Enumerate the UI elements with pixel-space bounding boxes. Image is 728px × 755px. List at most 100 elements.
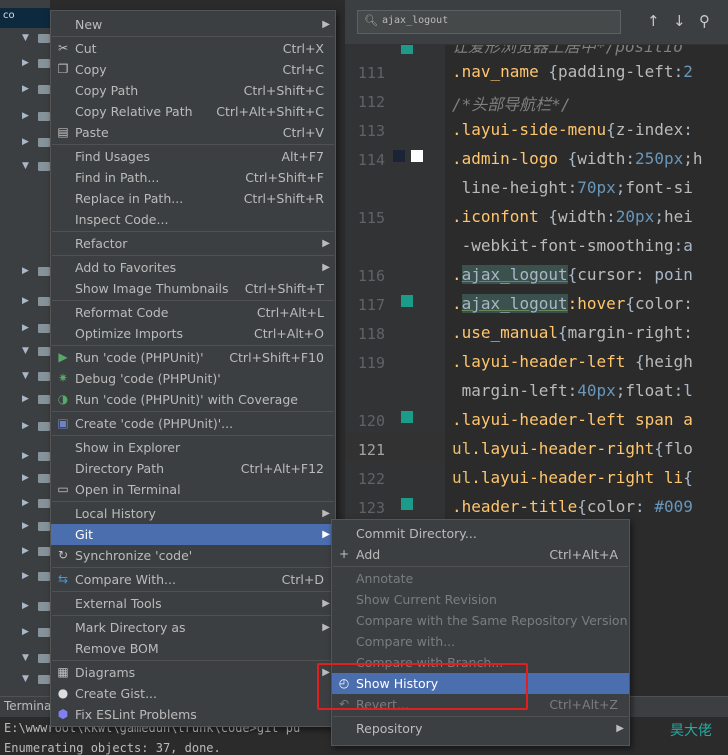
expand-arrow-icon[interactable]: ▶ <box>22 626 32 638</box>
terminal-tab[interactable]: Termina <box>4 699 51 713</box>
menu-item-copy-path[interactable]: Copy Path Ctrl+Shift+C <box>51 80 335 101</box>
expand-arrow-icon[interactable]: ▶ <box>22 420 32 432</box>
tree-row[interactable]: ▶ <box>0 420 50 432</box>
expand-arrow-icon[interactable]: ▶ <box>22 497 32 509</box>
expand-arrow-icon[interactable]: ▶ <box>22 83 32 95</box>
menu-item-paste[interactable]: ▤ Paste Ctrl+V <box>51 122 335 143</box>
menu-item-add-to-favorites[interactable]: Add to Favorites ▶ <box>51 257 335 278</box>
tree-row[interactable]: ▶ <box>0 83 50 95</box>
menu-item-show-in-explorer[interactable]: Show in Explorer <box>51 437 335 458</box>
expand-arrow-icon[interactable]: ▶ <box>22 472 32 484</box>
expand-arrow-icon[interactable]: ▶ <box>22 295 32 307</box>
tree-row[interactable]: ▶ <box>0 110 50 122</box>
tree-row[interactable]: ▼ <box>0 160 50 172</box>
menu-item-copy-relative-path[interactable]: Copy Relative Path Ctrl+Alt+Shift+C <box>51 101 335 122</box>
tree-row[interactable]: ▶ <box>0 393 50 405</box>
expand-arrow-icon[interactable]: ▶ <box>22 57 32 69</box>
expand-arrow-icon[interactable]: ▼ <box>22 345 32 357</box>
tree-row[interactable]: ▶ <box>0 570 50 582</box>
menu-item-find-in-path[interactable]: Find in Path... Ctrl+Shift+F <box>51 167 335 188</box>
menu-item-inspect-code[interactable]: Inspect Code... <box>51 209 335 230</box>
tree-row[interactable]: ▶ <box>0 265 50 277</box>
menu-item-optimize-imports[interactable]: Optimize Imports Ctrl+Alt+O <box>51 323 335 344</box>
menu-item-show-image-thumbnails[interactable]: Show Image Thumbnails Ctrl+Shift+T <box>51 278 335 299</box>
next-occurrence-icon[interactable]: ↓ <box>673 12 686 30</box>
expand-arrow-icon[interactable]: ▶ <box>22 545 32 557</box>
menu-item-shortcut: Ctrl+Shift+T <box>244 281 324 296</box>
git-item-add[interactable]: + Add Ctrl+Alt+A <box>332 544 629 565</box>
expand-arrow-icon[interactable]: ▶ <box>22 393 32 405</box>
color-swatch-icon <box>401 295 413 307</box>
expand-arrow-icon[interactable]: ▶ <box>22 265 32 277</box>
project-tree[interactable]: co ▼ ▶ ▶ ▶ ▶ ▼ ▶ ▶ ▶ ▼ ▼ ▶ ▶ ▶ ▶ ▶ ▶ ▶ ▶ ▶ ▶ ▼ ▼ <box>0 0 50 696</box>
expand-arrow-icon[interactable]: ▶ <box>22 520 32 532</box>
menu-item-debug-code-phpunit[interactable]: ✷ Debug 'code (PHPUnit)' <box>51 368 335 389</box>
tree-row[interactable]: ▶ <box>0 322 50 334</box>
menu-item-create-code-phpunit[interactable]: ▣ Create 'code (PHPUnit)'... <box>51 413 335 434</box>
expand-arrow-icon[interactable]: ▶ <box>22 322 32 334</box>
tree-row[interactable]: ▶ <box>0 472 50 484</box>
expand-arrow-icon[interactable]: ▶ <box>22 110 32 122</box>
folder-icon <box>38 572 50 581</box>
menu-item-cut[interactable]: ✂ Cut Ctrl+X <box>51 38 335 59</box>
menu-item-mark-directory-as[interactable]: Mark Directory as ▶ <box>51 617 335 638</box>
run-icon: ▶ <box>58 350 68 364</box>
expand-arrow-icon[interactable]: ▶ <box>22 570 32 582</box>
menu-item-shortcut: Ctrl+X <box>282 41 324 56</box>
tree-row[interactable]: ▼ <box>0 673 50 685</box>
expand-arrow-icon[interactable]: ▼ <box>22 32 32 44</box>
tree-row[interactable]: ▼ <box>0 652 50 664</box>
tree-row[interactable]: ▶ <box>0 136 50 148</box>
expand-arrow-icon[interactable]: ▶ <box>22 450 32 462</box>
menu-separator <box>52 567 334 568</box>
tree-row[interactable]: ▶ <box>0 295 50 307</box>
tree-row[interactable]: ▼ <box>0 32 50 44</box>
menu-separator <box>52 345 334 346</box>
expand-arrow-icon[interactable]: ▼ <box>22 370 32 382</box>
git-item-repository[interactable]: Repository ▶ <box>332 718 629 739</box>
menu-item-refactor[interactable]: Refactor ▶ <box>51 233 335 254</box>
menu-item-external-tools[interactable]: External Tools ▶ <box>51 593 335 614</box>
expand-arrow-icon[interactable]: ▶ <box>22 136 32 148</box>
menu-item-git[interactable]: Git ▶ <box>51 524 335 545</box>
menu-item-directory-path[interactable]: Directory Path Ctrl+Alt+F12 <box>51 458 335 479</box>
search-input[interactable]: 🔍︎ ajax_logout <box>357 10 621 34</box>
tree-row[interactable]: ▶ <box>0 626 50 638</box>
tree-row[interactable]: ▼ <box>0 345 50 357</box>
tree-row[interactable]: ▶ <box>0 600 50 612</box>
expand-arrow-icon[interactable]: ▼ <box>22 673 32 685</box>
menu-item-reformat-code[interactable]: Reformat Code Ctrl+Alt+L <box>51 302 335 323</box>
tree-row[interactable]: ▶ <box>0 520 50 532</box>
context-menu: New ▶ ✂ Cut Ctrl+X ❐ Copy Ctrl+C Copy Path Ctrl+S… <box>50 10 336 727</box>
git-item-commit-directory[interactable]: Commit Directory... <box>332 523 629 544</box>
menu-item-remove-bom[interactable]: Remove BOM <box>51 638 335 659</box>
tree-row[interactable]: ▶ <box>0 450 50 462</box>
expand-arrow-icon[interactable]: ▼ <box>22 160 32 172</box>
menu-item-label: Find in Path... <box>75 170 160 185</box>
menu-item-create-gist[interactable]: ● Create Gist... <box>51 683 335 704</box>
git-item-show-current-revision: Show Current Revision <box>332 589 629 610</box>
tree-row[interactable]: ▶ <box>0 497 50 509</box>
menu-item-find-usages[interactable]: Find Usages Alt+F7 <box>51 146 335 167</box>
menu-item-fix-eslint-problems[interactable]: ⬢ Fix ESLint Problems <box>51 704 335 725</box>
menu-item-open-in-terminal[interactable]: ▭ Open in Terminal <box>51 479 335 500</box>
expand-arrow-icon[interactable]: ▼ <box>22 652 32 664</box>
tree-row[interactable]: ▶ <box>0 57 50 69</box>
menu-item-replace-in-path[interactable]: Replace in Path... Ctrl+Shift+R <box>51 188 335 209</box>
menu-item-run-code-phpunit-with-coverage[interactable]: ◑ Run 'code (PHPUnit)' with Coverage <box>51 389 335 410</box>
menu-item-synchronize-code[interactable]: ↻ Synchronize 'code' <box>51 545 335 566</box>
menu-item-compare-with[interactable]: ⇆ Compare With... Ctrl+D <box>51 569 335 590</box>
previous-occurrence-icon[interactable]: ↑ <box>647 12 660 30</box>
clipboard-icon: ▤ <box>57 125 69 139</box>
tree-row[interactable]: ▶ <box>0 545 50 557</box>
menu-item-local-history[interactable]: Local History ▶ <box>51 503 335 524</box>
menu-item-new[interactable]: New ▶ <box>51 14 335 35</box>
expand-arrow-icon[interactable]: ▶ <box>22 600 32 612</box>
line-number: 116 <box>357 267 385 285</box>
find-options-icon[interactable]: ⚲ <box>699 12 710 30</box>
folder-icon <box>38 522 50 531</box>
tree-row[interactable]: ▼ <box>0 370 50 382</box>
menu-item-diagrams[interactable]: ▦ Diagrams ▶ <box>51 662 335 683</box>
menu-item-run-code-phpunit[interactable]: ▶ Run 'code (PHPUnit)' Ctrl+Shift+F10 <box>51 347 335 368</box>
menu-item-copy[interactable]: ❐ Copy Ctrl+C <box>51 59 335 80</box>
